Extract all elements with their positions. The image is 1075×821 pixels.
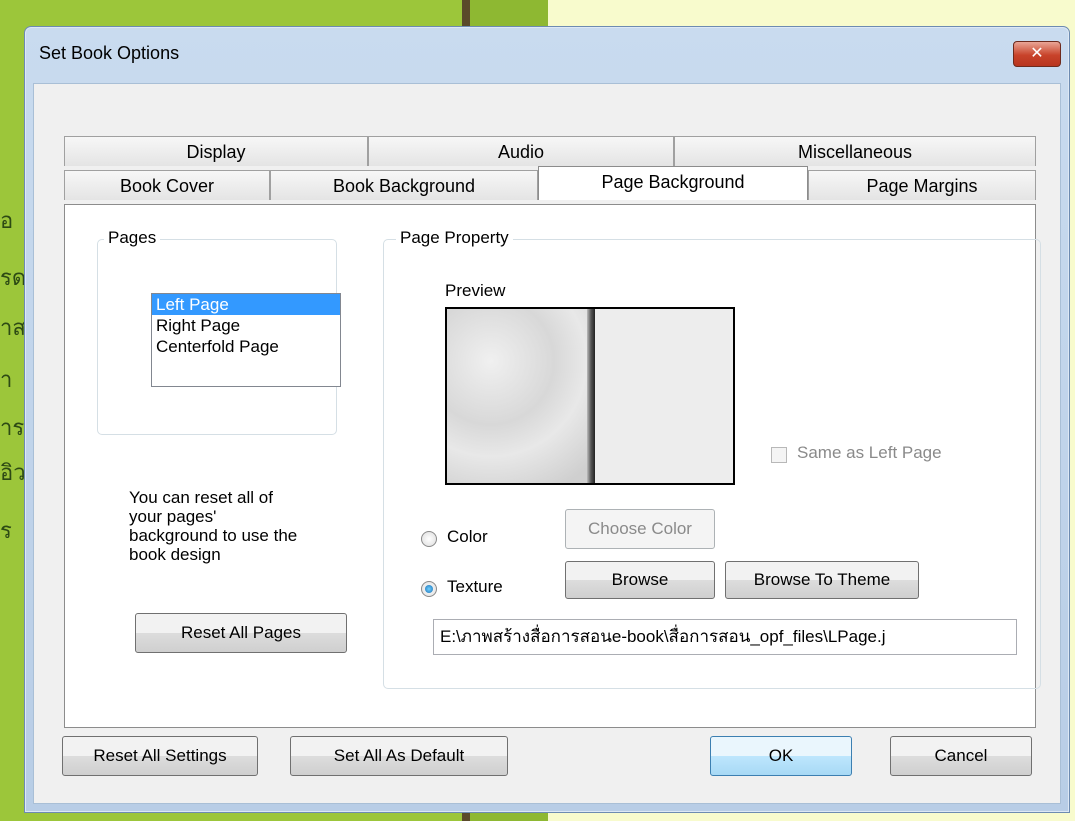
pages-list[interactable]: Left Page Right Page Centerfold Page	[151, 293, 341, 387]
browse-button[interactable]: Browse	[565, 561, 715, 599]
preview-spine	[587, 309, 595, 483]
dialog-client-area: Display Audio Miscellaneous Book Cover B…	[33, 83, 1061, 804]
tab-display[interactable]: Display	[64, 136, 368, 166]
pages-group-label: Pages	[104, 228, 161, 248]
preview-left-page	[447, 309, 593, 483]
tab-page-background[interactable]: Page Background	[538, 166, 808, 200]
tab-audio[interactable]: Audio	[368, 136, 674, 166]
close-button[interactable]: ✕	[1013, 41, 1061, 67]
page-property-group-label: Page Property	[396, 228, 513, 248]
tab-book-cover[interactable]: Book Cover	[64, 170, 270, 200]
set-book-options-dialog: Set Book Options ✕ Display Audio Miscell…	[24, 26, 1070, 813]
choose-color-button[interactable]: Choose Color	[565, 509, 715, 549]
dialog-title: Set Book Options	[39, 43, 180, 63]
page-preview	[445, 307, 735, 485]
tab-page-margins[interactable]: Page Margins	[808, 170, 1036, 200]
reset-all-pages-button[interactable]: Reset All Pages	[135, 613, 347, 653]
color-radio[interactable]	[421, 531, 437, 547]
title-bar[interactable]: Set Book Options ✕	[25, 27, 1069, 83]
page-background-panel: Pages Left Page Right Page Centerfold Pa…	[64, 204, 1041, 728]
set-all-as-default-button[interactable]: Set All As Default	[290, 736, 508, 776]
reset-note: You can reset all of your pages' backgro…	[129, 488, 298, 564]
tab-book-background[interactable]: Book Background	[270, 170, 538, 200]
list-item-right-page[interactable]: Right Page	[152, 315, 340, 336]
close-icon: ✕	[1030, 45, 1044, 62]
list-item-centerfold-page[interactable]: Centerfold Page	[152, 336, 340, 357]
cancel-button[interactable]: Cancel	[890, 736, 1032, 776]
texture-radio[interactable]	[421, 581, 437, 597]
reset-all-settings-button[interactable]: Reset All Settings	[62, 736, 258, 776]
preview-label: Preview	[445, 281, 506, 300]
ok-button[interactable]: OK	[710, 736, 852, 776]
browse-to-theme-button[interactable]: Browse To Theme	[725, 561, 919, 599]
color-radio-label: Color	[447, 527, 488, 546]
texture-path-field[interactable]: E:\ภาพสร้างสื่อการสอนe-book\สื่อการสอน_o…	[433, 619, 1017, 655]
tab-miscellaneous[interactable]: Miscellaneous	[674, 136, 1036, 166]
same-as-left-label: Same as Left Page	[797, 443, 942, 462]
texture-radio-label: Texture	[447, 577, 503, 596]
same-as-left-checkbox[interactable]	[771, 447, 787, 463]
list-item-left-page[interactable]: Left Page	[152, 294, 340, 315]
